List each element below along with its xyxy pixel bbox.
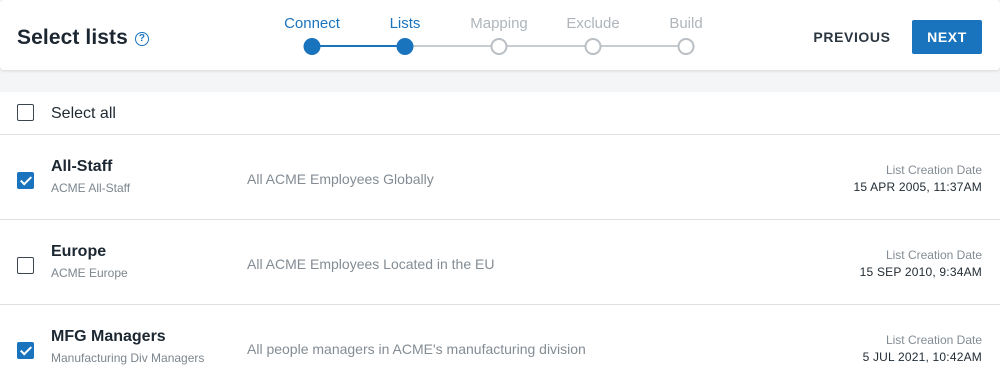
step-label-build[interactable]: Build <box>669 15 702 32</box>
list-item-checkbox[interactable] <box>17 257 34 274</box>
list-item-date: 5 JUL 2021, 10:42AM <box>862 350 982 364</box>
list-item[interactable]: MFG Managers Manufacturing Div Managers … <box>0 305 1000 389</box>
list-item-name: All-Staff <box>51 158 113 175</box>
list-item-description: All ACME Employees Located in the EU <box>247 256 495 272</box>
list-item-checkbox[interactable] <box>17 342 34 359</box>
list-item-description: All ACME Employees Globally <box>247 171 434 187</box>
list-item-date-label: List Creation Date <box>885 163 982 177</box>
list-item-subtitle: Manufacturing Div Managers <box>51 351 205 365</box>
step-label-lists[interactable]: Lists <box>390 15 421 32</box>
list-item-date: 15 APR 2005, 11:37AM <box>853 180 982 194</box>
previous-button[interactable]: PREVIOUS <box>804 20 900 54</box>
step-label-mapping[interactable]: Mapping <box>470 15 528 32</box>
step-dot-exclude[interactable] <box>584 38 602 55</box>
select-all-row[interactable]: Select all <box>0 92 1000 135</box>
list-item[interactable]: Europe ACME Europe All ACME Employees Lo… <box>0 220 1000 305</box>
list-item-subtitle: ACME Europe <box>51 266 128 280</box>
select-all-checkbox[interactable] <box>17 104 34 121</box>
list-item-description: All people managers in ACME's manufactur… <box>247 341 586 357</box>
list-item-date-label: List Creation Date <box>885 333 982 347</box>
list-item[interactable]: All-Staff ACME All-Staff All ACME Employ… <box>0 135 1000 220</box>
list-item-date-label: List Creation Date <box>885 248 982 262</box>
step-dot-connect[interactable] <box>303 38 321 55</box>
next-button[interactable]: NEXT <box>912 20 982 54</box>
lists-panel: Select all All-Staff ACME All-Staff All … <box>0 92 1000 389</box>
step-connector-done <box>312 45 405 47</box>
step-label-connect[interactable]: Connect <box>284 15 340 32</box>
select-all-label: Select all <box>51 105 116 122</box>
list-item-subtitle: ACME All-Staff <box>51 181 131 195</box>
top-bar: Select lists ? Connect Lists Mapping Exc… <box>0 0 1000 70</box>
list-item-name: MFG Managers <box>51 328 166 345</box>
step-dot-mapping[interactable] <box>490 38 508 55</box>
list-item-date: 15 SEP 2010, 9:34AM <box>859 265 982 279</box>
step-dot-lists[interactable] <box>396 38 414 55</box>
step-connector-todo <box>405 45 686 47</box>
list-item-name: Europe <box>51 243 107 260</box>
step-label-exclude[interactable]: Exclude <box>566 15 619 32</box>
list-item-checkbox[interactable] <box>17 172 34 189</box>
step-dot-build[interactable] <box>677 38 695 55</box>
